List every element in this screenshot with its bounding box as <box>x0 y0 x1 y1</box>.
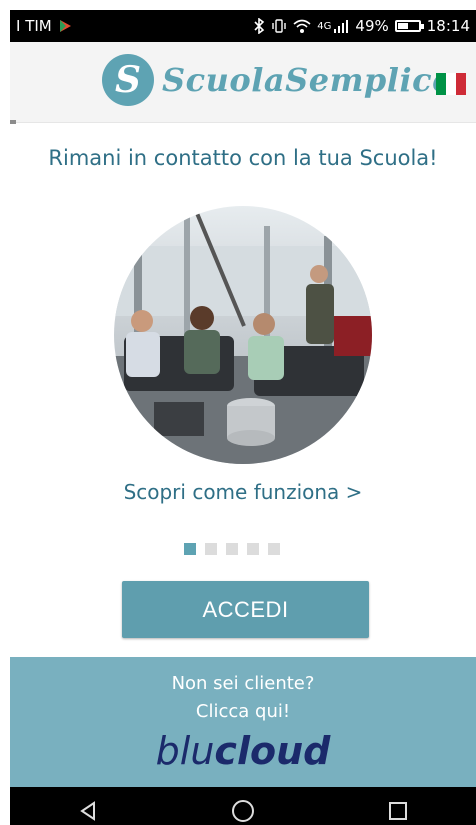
play-icon <box>59 20 71 32</box>
brand-part-2: cloud <box>214 729 331 773</box>
vibrate-icon <box>272 19 286 33</box>
battery-icon <box>394 20 424 32</box>
carousel-image[interactable] <box>114 206 372 464</box>
carousel-dot[interactable] <box>247 543 259 555</box>
signup-banner[interactable]: Non sei cliente? Clicca qui! blucloud <box>10 657 476 787</box>
app-header: S ScuolaSemplice <box>10 42 476 123</box>
login-button[interactable]: ACCEDI <box>122 581 369 638</box>
blucloud-logo: blucloud <box>10 729 476 773</box>
page-headline: Rimani in contatto con la tua Scuola! <box>48 146 438 170</box>
back-icon[interactable] <box>68 791 108 825</box>
status-bar: I TIM 4G 49% 18:14 <box>10 10 476 42</box>
app-logo: S ScuolaSemplice <box>102 52 453 108</box>
carousel-dot[interactable] <box>226 543 238 555</box>
promo-question: Non sei cliente? <box>171 673 315 694</box>
network-type: 4G <box>317 20 332 32</box>
indicator-mark <box>10 120 16 124</box>
status-right: 4G 49% 18:14 <box>253 17 470 35</box>
carousel-dot[interactable] <box>268 543 280 555</box>
battery-fill <box>397 23 408 29</box>
wifi-icon <box>293 19 311 33</box>
flag-stripe-green <box>436 73 446 95</box>
status-left: I TIM <box>16 17 72 35</box>
clock: 18:14 <box>426 17 470 35</box>
logo-text: ScuolaSemplice <box>162 61 453 99</box>
flag-stripe-white <box>446 73 456 95</box>
promo-cta[interactable]: Clicca qui! <box>10 701 476 722</box>
recents-icon[interactable] <box>378 791 418 825</box>
system-nav-bar <box>10 787 476 825</box>
flag-stripe-red <box>456 73 466 95</box>
home-icon[interactable] <box>223 791 263 825</box>
signal-icon <box>334 20 349 33</box>
bluetooth-icon <box>254 18 265 34</box>
app-screen: I TIM 4G 49% 18:14 S ScuolaSemplice Rima… <box>10 10 476 825</box>
students-photo <box>114 206 372 464</box>
carrier-label: I TIM <box>16 17 52 35</box>
logo-mark: S <box>102 54 154 106</box>
carousel-dot[interactable] <box>184 543 196 555</box>
brand-part-1: blu <box>155 729 215 773</box>
battery-percent: 49% <box>355 17 389 35</box>
carousel-indicator <box>184 543 280 555</box>
discover-link[interactable]: Scopri come funziona > <box>10 480 476 504</box>
carousel-dot[interactable] <box>205 543 217 555</box>
italian-flag-icon[interactable] <box>436 73 466 95</box>
